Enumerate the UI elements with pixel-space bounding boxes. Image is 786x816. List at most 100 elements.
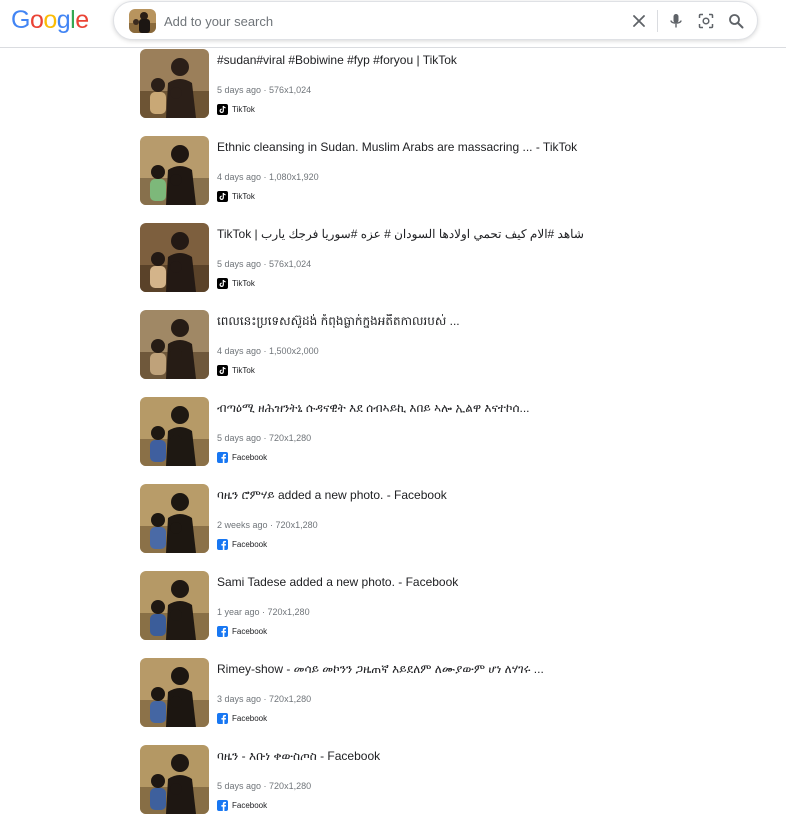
result-age: 5 days ago [217,433,262,443]
result-thumbnail[interactable] [140,310,209,379]
result-source[interactable]: Facebook [217,452,267,463]
result-size: 720x1,280 [269,781,312,791]
photo-thumbnail-icon [140,745,209,814]
result-meta: 1 year ago · 720x1,280 [217,607,310,617]
result-thumbnail[interactable] [140,223,209,292]
photo-thumbnail-icon [140,310,209,379]
result-item[interactable]: ብጣዕሚ ዘሕዝንትኒ ሱዳናዊት እደ ሰብኣይኪ እበይ ኣሎ ኢልዋ እና… [140,397,660,484]
result-thumbnail[interactable] [140,658,209,727]
result-meta: 5 days ago · 720x1,280 [217,781,312,791]
source-label: TikTok [232,279,255,288]
results-list: #sudan#viral #Bobiwine #fyp #foryou | Ti… [140,49,660,816]
tiktok-icon [217,104,228,115]
tiktok-icon [217,191,228,202]
close-icon[interactable] [628,10,650,32]
result-title[interactable]: Rimey-show - መሳይ መኮንን ጋዜጠኛ እይደለም ለሙያውም ሆ… [217,662,657,676]
result-item[interactable]: Ethnic cleansing in Sudan. Muslim Arabs … [140,136,660,223]
result-size: 1,080x1,920 [269,172,319,182]
search-image-thumbnail[interactable] [129,9,156,33]
source-label: Facebook [232,453,268,462]
result-item[interactable]: Rimey-show - መሳይ መኮንን ጋዜጠኛ እይደለም ለሙያውም ሆ… [140,658,660,745]
result-thumbnail[interactable] [140,484,209,553]
result-size: 1,500x2,000 [269,346,319,356]
result-item[interactable]: ባዜን ሮምሃይ added a new photo. - Facebook 2 … [140,484,660,571]
source-label: Facebook [232,627,268,636]
result-item[interactable]: TikTok | شاهد #الام كيف تحمي اولادها الس… [140,223,660,310]
tiktok-icon [217,278,228,289]
result-age: 4 days ago [217,172,262,182]
photo-thumbnail-icon [140,571,209,640]
result-source[interactable]: Facebook [217,626,267,637]
facebook-icon [217,626,228,637]
source-label: TikTok [232,105,255,114]
result-source[interactable]: TikTok [217,191,255,202]
logo-letter: g [56,6,71,34]
source-label: Facebook [232,714,268,723]
result-source[interactable]: TikTok [217,365,255,376]
search-icon[interactable] [725,10,747,32]
result-item[interactable]: Sami Tadese added a new photo. - Faceboo… [140,571,660,658]
logo-letter: e [75,6,89,34]
result-item[interactable]: ពេលនេះប្រទេសស៊ូដង់ កំពុងធ្លាក់ក្នុងអតីតក… [140,310,660,397]
photo-thumbnail-icon [129,9,156,33]
result-title[interactable]: ពេលនេះប្រទេសស៊ូដង់ កំពុងធ្លាក់ក្នុងអតីតក… [217,314,657,328]
result-thumbnail[interactable] [140,571,209,640]
result-size: 576x1,024 [269,85,312,95]
result-size: 720x1,280 [267,607,310,617]
result-item[interactable]: #sudan#viral #Bobiwine #fyp #foryou | Ti… [140,49,660,136]
top-bar: Google [0,0,786,48]
result-meta: 2 weeks ago · 720x1,280 [217,520,318,530]
result-item[interactable]: ባዜን - እቡነ ቀውስጦስ - Facebook 5 days ago · 7… [140,745,660,816]
search-divider [657,10,658,32]
result-thumbnail[interactable] [140,745,209,814]
logo-letter: G [11,6,30,34]
result-title[interactable]: Ethnic cleansing in Sudan. Muslim Arabs … [217,140,657,154]
result-source[interactable]: Facebook [217,800,267,811]
microphone-icon[interactable] [665,10,687,32]
result-meta: 4 days ago · 1,500x2,000 [217,346,319,356]
result-title[interactable]: ባዜን - እቡነ ቀውስጦስ - Facebook [217,749,657,763]
photo-thumbnail-icon [140,223,209,292]
photo-thumbnail-icon [140,658,209,727]
result-meta: 3 days ago · 720x1,280 [217,694,312,704]
result-age: 5 days ago [217,781,262,791]
result-title[interactable]: #sudan#viral #Bobiwine #fyp #foryou | Ti… [217,53,657,67]
source-label: TikTok [232,366,255,375]
result-meta: 5 days ago · 576x1,024 [217,85,312,95]
result-thumbnail[interactable] [140,397,209,466]
result-title[interactable]: Sami Tadese added a new photo. - Faceboo… [217,575,657,589]
result-thumbnail[interactable] [140,49,209,118]
result-source[interactable]: TikTok [217,278,255,289]
logo-letter: o [43,6,57,34]
facebook-icon [217,539,228,550]
result-age: 1 year ago [217,607,260,617]
search-input[interactable] [164,11,604,31]
source-label: TikTok [232,192,255,201]
logo-letter: o [29,6,44,34]
photo-thumbnail-icon [140,136,209,205]
source-label: Facebook [232,540,268,549]
result-age: 2 weeks ago [217,520,268,530]
source-label: Facebook [232,801,268,810]
facebook-icon [217,713,228,724]
result-title[interactable]: TikTok | شاهد #الام كيف تحمي اولادها الس… [217,227,657,241]
result-meta: 5 days ago · 720x1,280 [217,433,312,443]
result-source[interactable]: Facebook [217,539,267,550]
result-source[interactable]: Facebook [217,713,267,724]
result-source[interactable]: TikTok [217,104,255,115]
result-age: 5 days ago [217,85,262,95]
result-title[interactable]: ብጣዕሚ ዘሕዝንትኒ ሱዳናዊት እደ ሰብኣይኪ እበይ ኣሎ ኢልዋ እና… [217,401,657,415]
result-title[interactable]: ባዜን ሮምሃይ added a new photo. - Facebook [217,488,657,502]
tiktok-icon [217,365,228,376]
result-size: 576x1,024 [269,259,312,269]
google-logo[interactable]: Google [11,6,89,35]
result-age: 5 days ago [217,259,262,269]
photo-thumbnail-icon [140,49,209,118]
result-meta: 5 days ago · 576x1,024 [217,259,312,269]
result-thumbnail[interactable] [140,136,209,205]
lens-icon[interactable] [695,10,717,32]
result-size: 720x1,280 [275,520,318,530]
result-meta: 4 days ago · 1,080x1,920 [217,172,319,182]
result-size: 720x1,280 [269,694,312,704]
search-box[interactable] [113,1,758,40]
